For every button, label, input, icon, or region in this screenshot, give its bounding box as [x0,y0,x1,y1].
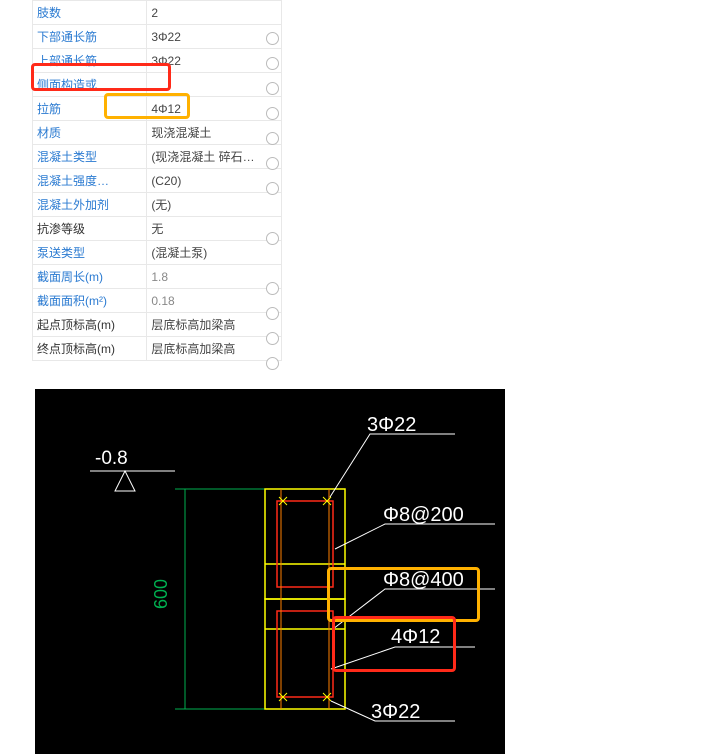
table-row: 肢数2 [33,1,282,25]
prop-value[interactable]: 4Φ12 [147,97,282,121]
prop-label: 终点顶标高(m) [33,337,147,361]
prop-value[interactable]: 2 [147,1,282,25]
table-row: 混凝土强度…(C20) [33,169,282,193]
radio-icon[interactable] [266,182,279,195]
radio-icon[interactable] [266,57,279,70]
prop-label: 材质 [33,121,147,145]
prop-value[interactable]: (混凝土泵) [147,241,282,265]
prop-value[interactable]: (现浇混凝土 碎石… [147,145,282,169]
radio-icon[interactable] [266,307,279,320]
level-text: -0.8 [95,448,128,469]
radio-icon[interactable] [266,357,279,370]
prop-label: 起点顶标高(m) [33,313,147,337]
table-row: 上部通长筋3Φ22 [33,49,282,73]
table-row: 混凝土类型(现浇混凝土 碎石… [33,145,282,169]
prop-label: 下部通长筋 [33,25,147,49]
prop-value[interactable]: 1.8 [147,265,282,289]
table-row: 抗渗等级无 [33,217,282,241]
radio-icon[interactable] [266,157,279,170]
cad-view: -0.8 600 3Φ22 Φ [35,389,505,754]
table-row: 下部通长筋3Φ22 [33,25,282,49]
table-row: 材质现浇混凝土 [33,121,282,145]
table-row: 拉筋4Φ12 [33,97,282,121]
prop-value[interactable]: 无 [147,217,282,241]
radio-icon[interactable] [266,232,279,245]
radio-icon[interactable] [266,82,279,95]
label-stirrup1: Φ8@200 [383,504,464,526]
prop-value[interactable]: 0.18 [147,289,282,313]
prop-label: 拉筋 [33,97,147,121]
dim-600: 600 [151,579,171,609]
table-row: 截面周长(m)1.8 [33,265,282,289]
prop-label: 上部通长筋 [33,49,147,73]
prop-value[interactable]: 层底标高加梁高 [147,337,282,361]
table-row: 泵送类型(混凝土泵) [33,241,282,265]
radio-icon[interactable] [266,282,279,295]
table-row: 起点顶标高(m)层底标高加梁高 [33,313,282,337]
prop-label: 混凝土强度… [33,169,147,193]
prop-value[interactable]: 3Φ22 [147,49,282,73]
prop-label: 混凝土外加剂 [33,193,147,217]
prop-label: 截面面积(m²) [33,289,147,313]
prop-label: 侧面构造或 [33,73,147,97]
prop-label: 抗渗等级 [33,217,147,241]
label-stirrup2: Φ8@400 [383,569,464,591]
label-bar-bot: 3Φ22 [371,701,420,723]
prop-value[interactable]: 层底标高加梁高 [147,313,282,337]
prop-value[interactable]: 3Φ22 [147,25,282,49]
property-table: 肢数2下部通长筋3Φ22上部通长筋3Φ22侧面构造或拉筋4Φ12材质现浇混凝土混… [32,0,282,361]
table-row: 截面面积(m²)0.18 [33,289,282,313]
label-bar-top: 3Φ22 [367,414,416,436]
prop-label: 泵送类型 [33,241,147,265]
prop-value[interactable]: (无) [147,193,282,217]
prop-value[interactable]: 现浇混凝土 [147,121,282,145]
radio-icon[interactable] [266,107,279,120]
prop-value[interactable]: (C20) [147,169,282,193]
radio-icon[interactable] [266,32,279,45]
table-row: 混凝土外加剂(无) [33,193,282,217]
label-tie: 4Φ12 [391,626,440,648]
prop-label: 肢数 [33,1,147,25]
prop-label: 混凝土类型 [33,145,147,169]
radio-icon[interactable] [266,132,279,145]
prop-label: 截面周长(m) [33,265,147,289]
radio-icon[interactable] [266,332,279,345]
table-row: 侧面构造或 [33,73,282,97]
table-row: 终点顶标高(m)层底标高加梁高 [33,337,282,361]
prop-value[interactable] [147,73,282,97]
